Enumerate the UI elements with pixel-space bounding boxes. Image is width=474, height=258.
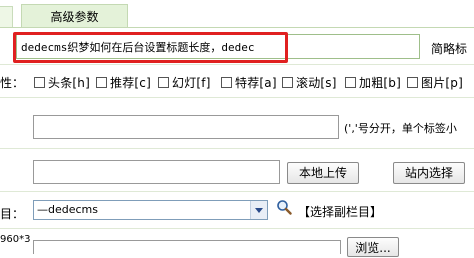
checkbox-special[interactable]: 特荐[a]	[221, 74, 277, 91]
checkbox-recommend[interactable]: 推荐[c]	[96, 74, 151, 91]
checkbox-slideshow[interactable]: 幻灯[f]	[158, 74, 211, 91]
checkbox-image[interactable]: 图片[p]	[407, 74, 463, 91]
select-sub-column-link[interactable]: 【选择副栏目】	[298, 203, 382, 220]
checkbox-box[interactable]	[407, 77, 418, 88]
row-divider	[0, 148, 474, 149]
checkbox-bold[interactable]: 加粗[b]	[345, 74, 401, 91]
tags-input[interactable]	[33, 115, 339, 139]
checkbox-label: 滚动[s]	[296, 76, 337, 90]
column-select[interactable]: —dedecms	[33, 200, 268, 220]
checkbox-box[interactable]	[221, 77, 232, 88]
checkbox-box[interactable]	[158, 77, 169, 88]
browse-button[interactable]: 浏览...	[347, 237, 399, 257]
title-highlight-box	[13, 32, 288, 63]
dimension-text: 960*3	[0, 234, 31, 245]
local-upload-button[interactable]: 本地上传	[287, 162, 359, 184]
checkbox-label: 头条[h]	[48, 76, 90, 90]
attributes-label: 性：	[0, 76, 25, 90]
row-divider	[0, 191, 474, 192]
checkbox-label: 加粗[b]	[359, 76, 401, 90]
row-divider	[0, 97, 474, 98]
short-title-label: 简略标	[431, 42, 468, 56]
magnifier-icon[interactable]	[276, 199, 292, 215]
site-select-button[interactable]: 站内选择	[393, 162, 465, 184]
column-select-value: —dedecms	[37, 203, 98, 216]
thumbnail-input[interactable]	[33, 160, 280, 184]
checkbox-label: 推荐[c]	[110, 76, 151, 90]
checkbox-label: 图片[p]	[421, 76, 463, 90]
tab-previous[interactable]	[0, 6, 13, 28]
chevron-down-icon[interactable]	[250, 201, 267, 219]
checkbox-headline[interactable]: 头条[h]	[34, 74, 90, 91]
checkbox-box[interactable]	[345, 77, 356, 88]
row-divider	[0, 64, 474, 65]
checkbox-label: 幻灯[f]	[172, 76, 211, 90]
tab-advanced-params[interactable]: 高级参数	[21, 4, 128, 28]
column-label: 目：	[0, 207, 25, 221]
checkbox-box[interactable]	[96, 77, 107, 88]
tab-divider	[0, 27, 474, 28]
checkbox-box[interactable]	[282, 77, 293, 88]
checkbox-label: 特荐[a]	[235, 76, 277, 90]
row-divider	[0, 228, 474, 229]
tags-hint: (','号分开，单个标签小	[344, 122, 457, 135]
checkbox-box[interactable]	[34, 77, 45, 88]
file-path-input[interactable]	[33, 240, 341, 254]
checkbox-scroll[interactable]: 滚动[s]	[282, 74, 337, 91]
